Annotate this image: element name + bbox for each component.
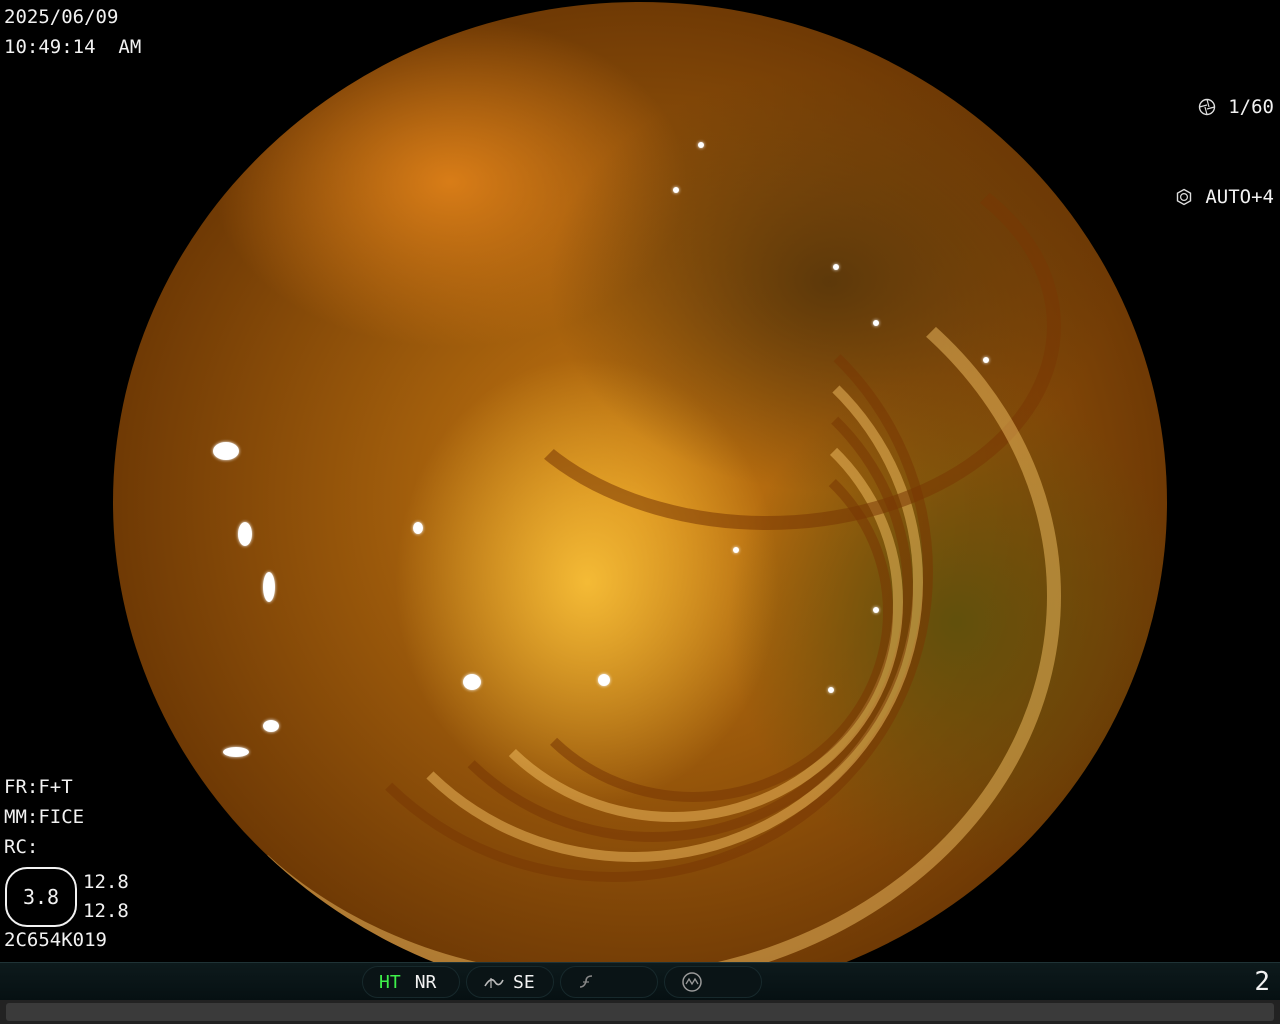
exposure-info: 1/60 AUTO+4 — [1175, 32, 1274, 272]
shutter-row: 1/60 — [1175, 92, 1274, 122]
structure-enhance-icon — [484, 978, 504, 988]
mm-setting: MM:FICE — [4, 806, 85, 828]
zoom-indicator: 3.8 12.8 12.8 — [5, 867, 129, 927]
light-reflection — [983, 357, 989, 363]
se-label: SE — [513, 971, 535, 993]
mode-info: FR:F+T MM:FICE RC: — [4, 772, 84, 862]
mode-indicator[interactable] — [664, 966, 762, 998]
bottom-strip-bar — [6, 1003, 1274, 1021]
light-reflection — [733, 547, 739, 553]
mode-dial-icon — [682, 972, 702, 992]
edge-icon — [579, 975, 593, 988]
light-reflection — [413, 522, 423, 534]
ht-label: HT — [379, 971, 401, 993]
zoom-value-b: 12.8 — [83, 900, 129, 922]
date-time-display: 2025/06/09 10:49:14 AM — [4, 2, 141, 62]
scope-serial: 2C654K019 — [4, 929, 107, 951]
exposure-row: AUTO+4 — [1175, 182, 1274, 212]
light-reflection — [223, 747, 249, 757]
zoom-value-badge: 3.8 — [5, 867, 77, 927]
aperture-icon — [1199, 98, 1216, 116]
light-reflection — [833, 264, 839, 270]
fr-setting: FR:F+T — [4, 776, 73, 798]
light-reflection — [238, 522, 252, 546]
endoscope-screen: 2025/06/09 10:49:14 AM 1/60 AUTO+4 FR:F+T… — [0, 0, 1280, 1024]
zoom-values: 12.8 12.8 — [83, 868, 129, 926]
se-indicator[interactable]: SE — [466, 966, 554, 998]
edge-indicator[interactable] — [560, 966, 658, 998]
light-reflection — [598, 674, 610, 686]
light-reflection — [873, 607, 879, 613]
date-text: 2025/06/09 — [4, 6, 119, 28]
page-number: 2 — [1254, 967, 1270, 997]
zoom-value-a: 12.8 — [83, 871, 129, 893]
nr-label: NR — [414, 971, 437, 993]
exposure-icon — [1177, 188, 1192, 206]
light-reflection — [673, 187, 679, 193]
bottom-strip — [0, 1000, 1280, 1024]
status-bar: HT NR SE 2 — [0, 962, 1280, 1001]
light-reflection — [263, 720, 279, 732]
endoscopic-image — [113, 2, 1167, 1002]
ht-nr-indicator[interactable]: HT NR — [362, 966, 460, 998]
light-reflection — [463, 674, 481, 690]
light-reflection — [828, 687, 834, 693]
light-reflection — [873, 320, 879, 326]
light-reflection — [213, 442, 239, 460]
time-text: 10:49:14 AM — [4, 36, 142, 58]
light-reflection — [263, 572, 275, 602]
rc-setting: RC: — [4, 836, 39, 858]
shutter-speed: 1/60 — [1228, 96, 1274, 118]
exposure-mode: AUTO+4 — [1205, 186, 1274, 208]
light-reflection — [698, 142, 704, 148]
